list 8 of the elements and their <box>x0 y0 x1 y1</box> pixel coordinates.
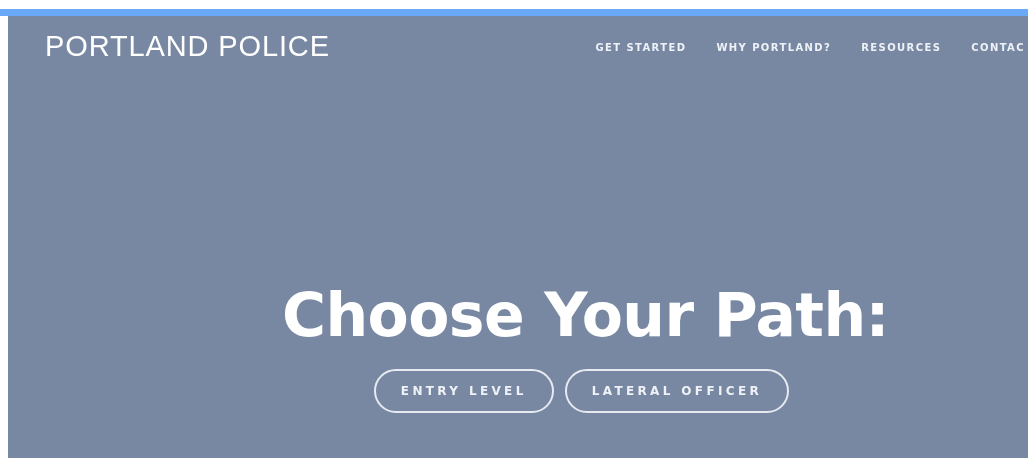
nav-link[interactable]: GET STARTED <box>595 39 687 55</box>
site-logo[interactable]: PORTLAND POLICE <box>45 25 330 69</box>
hero-title: Choose Your Path: <box>282 285 889 345</box>
nav-link[interactable]: CONTAC <box>971 39 1025 55</box>
nav-link[interactable]: RESOURCES <box>861 39 942 55</box>
nav-link[interactable]: WHY PORTLAND? <box>716 39 832 55</box>
path-button[interactable]: ENTRY LEVEL <box>373 369 554 413</box>
path-button[interactable]: LATERAL OFFICER <box>564 369 790 413</box>
